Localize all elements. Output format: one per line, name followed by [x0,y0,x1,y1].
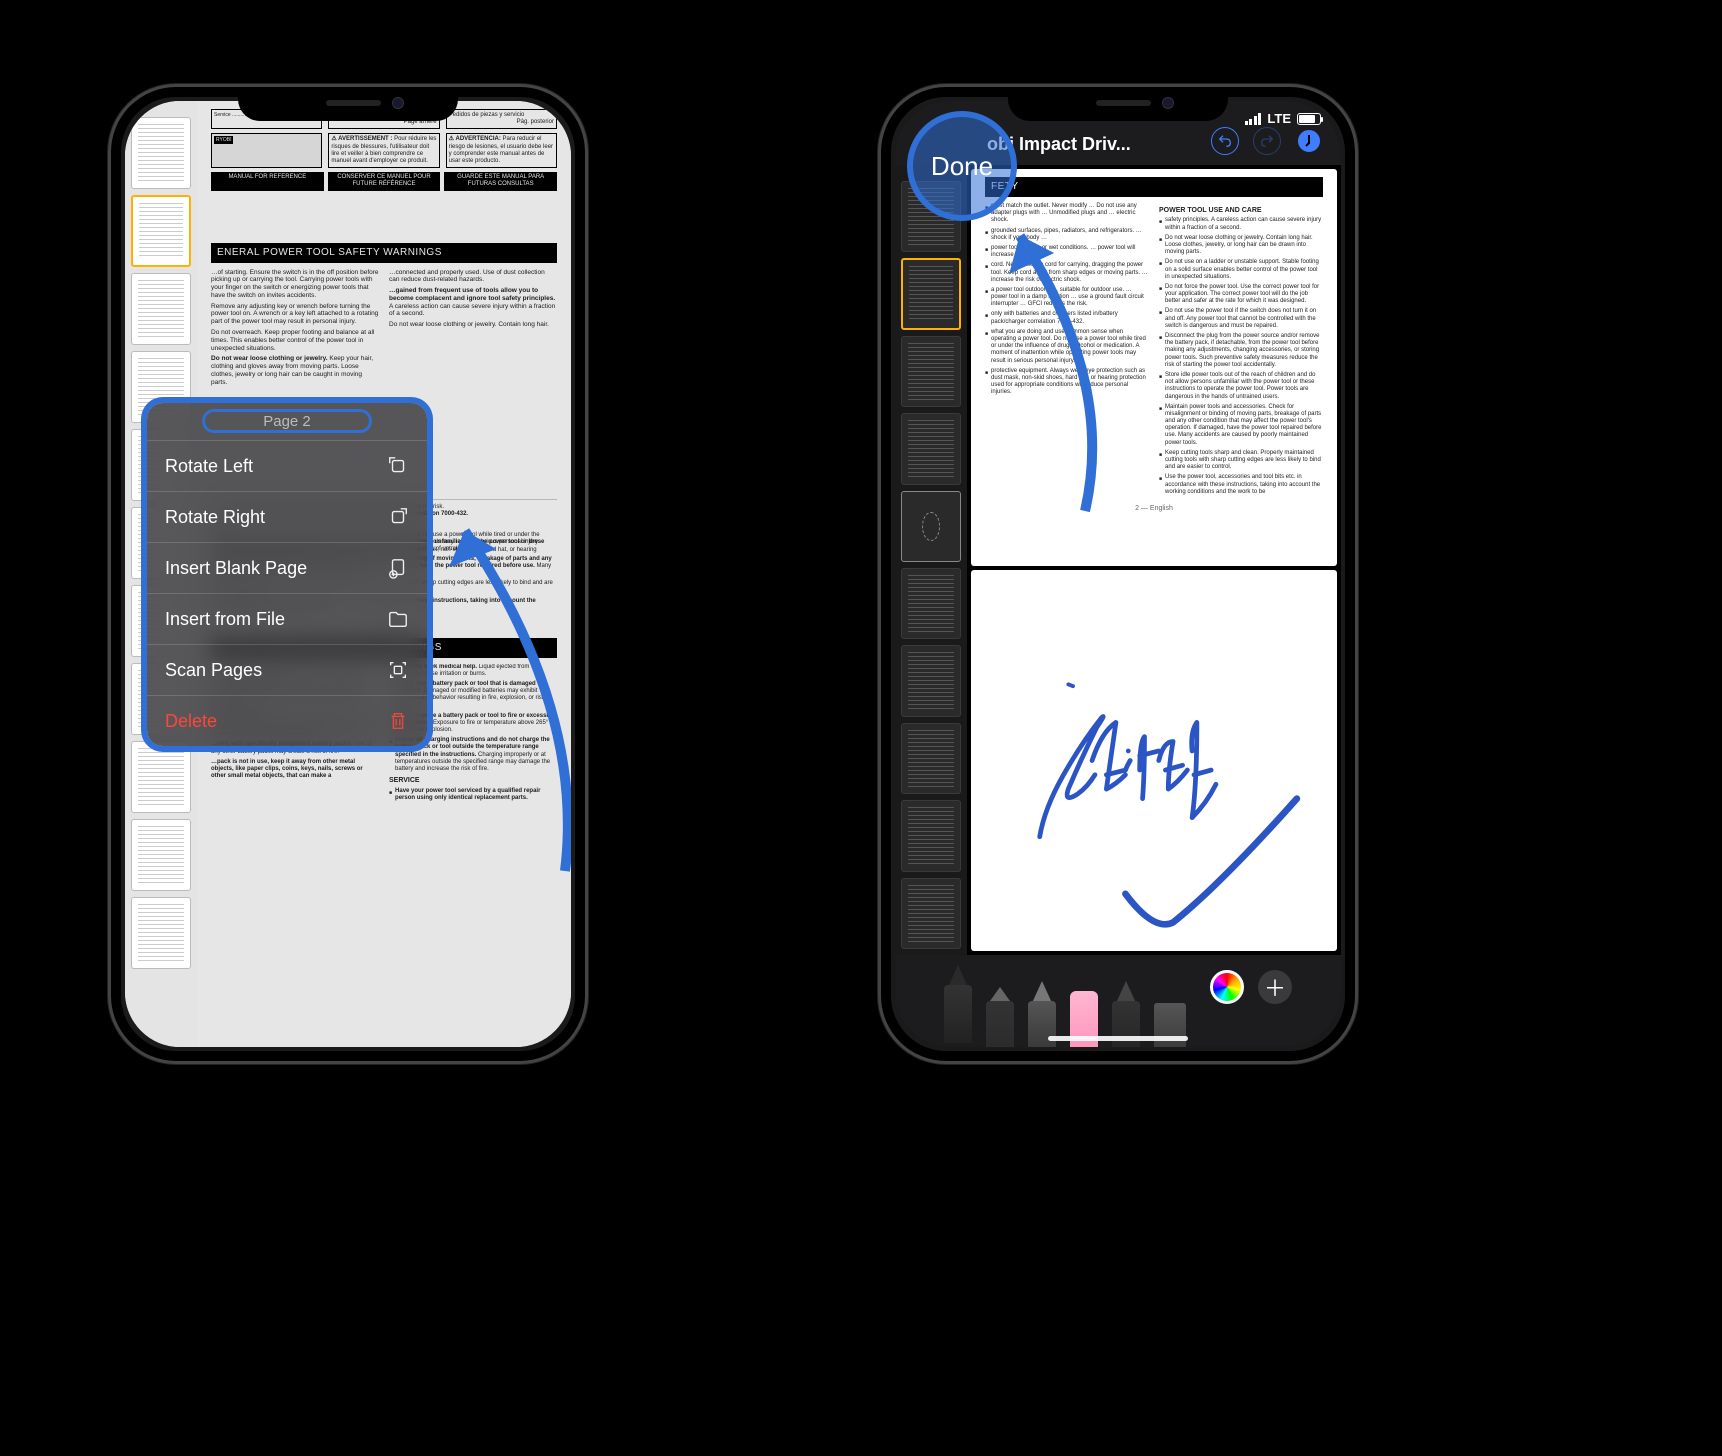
trash-icon [387,710,409,732]
page-thumbnail[interactable] [131,897,191,969]
page-thumbnail[interactable] [131,273,191,345]
phone-mockup-left: Service ............ Back page Commande … [108,84,588,1064]
side-button [878,297,881,339]
add-annotation-button[interactable]: ＋ [1258,970,1292,1004]
side-button [585,377,588,477]
battery-icon [1297,113,1321,125]
page-context-menu: Page 2 Rotate Left Rotate Right Insert B… [147,403,427,746]
color-picker-button[interactable] [1210,970,1244,1004]
markup-toolbar: 61 ＋ [895,955,1341,1047]
doc-body-text: must match the outlet. Never modify … Do… [985,203,1323,499]
page-thumbnail-selected[interactable] [901,258,961,329]
doc-warning-box: ⚠ ADVERTENCIA: Para reducir el riesgo de… [446,133,557,168]
document-title: obi Impact Driv... [987,134,1197,155]
page-thumbnail[interactable] [901,413,961,484]
signal-bars-icon [1245,113,1262,125]
page-thumbnail[interactable] [901,645,961,716]
doc-page-footer: 2 — English [985,505,1323,513]
menu-item-rotate-right[interactable]: Rotate Right [147,492,427,543]
menu-item-scan-pages[interactable]: Scan Pages [147,645,427,696]
page-thumbnail[interactable] [901,491,961,562]
side-button [878,447,881,519]
network-label: LTE [1267,111,1291,126]
page-thumbnail[interactable] [901,878,961,949]
page-thumbnail[interactable] [901,568,961,639]
menu-item-rotate-left[interactable]: Rotate Left [147,441,427,492]
side-button [878,357,881,429]
status-bar: LTE [1245,111,1321,126]
page-thumbnail[interactable] [901,800,961,871]
document-page-blank[interactable] [971,570,1337,951]
page-thumbnail[interactable] [131,117,191,189]
menu-item-delete[interactable]: Delete [147,696,427,746]
tool-marker[interactable] [986,981,1014,1047]
scan-icon [387,659,409,681]
insert-page-icon [387,557,409,579]
document-view: FETY must match the outlet. Never modify… [895,165,1341,955]
document-page[interactable]: FETY must match the outlet. Never modify… [971,169,1337,566]
device-notch [238,87,458,121]
side-button [1355,377,1358,477]
page-thumbnail[interactable] [901,723,961,794]
markup-button[interactable] [1295,127,1323,155]
side-button [108,357,111,429]
page-thumbnail-selected[interactable] [131,195,191,267]
device-notch [1008,87,1228,121]
screen-right: LTE obi Impact Driv... [895,101,1341,1047]
doc-text: Pedidos de piezas y servicio Pág. poster… [446,109,557,129]
home-indicator[interactable] [1048,1036,1188,1041]
side-button [108,297,111,339]
screen-left: Service ............ Back page Commande … [125,101,571,1047]
undo-button[interactable] [1211,127,1239,155]
page-thumbnail-sidebar[interactable] [895,165,967,955]
doc-warning-box: ⚠ AVERTISSEMENT : Pour réduire les risqu… [328,133,439,168]
doc-brand-tile: RYOBI [211,133,322,168]
page-thumbnail[interactable] [131,741,191,813]
doc-text: GUARDE ESTE MANUAL PARA FUTURAS CONSULTA… [444,172,557,190]
rotate-right-icon [387,506,409,528]
done-button[interactable]: Done [907,111,1017,221]
rotate-left-icon [387,455,409,477]
menu-item-insert-from-file[interactable]: Insert from File [147,594,427,645]
side-button [108,447,111,519]
folder-icon [387,608,409,630]
doc-section-heading: ENERAL POWER TOOL SAFETY WARNINGS [211,243,557,263]
redo-button[interactable] [1253,127,1281,155]
page-thumbnail[interactable] [131,819,191,891]
tool-pen[interactable]: 61 [944,965,972,1043]
menu-title: Page 2 [147,403,427,441]
handwriting-annotation [971,570,1337,951]
doc-text: MANUAL FOR REFERENCE [211,172,324,190]
phone-mockup-right: LTE obi Impact Driv... [878,84,1358,1064]
menu-item-insert-blank[interactable]: Insert Blank Page [147,543,427,594]
page-thumbnail[interactable] [901,336,961,407]
doc-text: CONSERVER CE MANUEL POUR FUTURE RÉFÉRENC… [328,172,441,190]
doc-section-heading: FETY [985,177,1323,197]
